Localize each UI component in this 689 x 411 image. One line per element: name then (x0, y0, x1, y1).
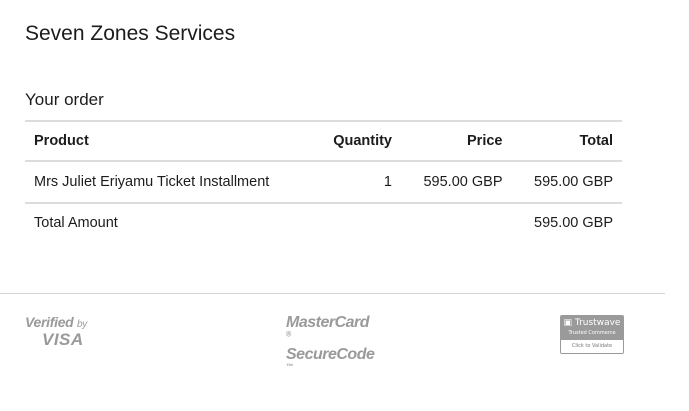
verified-by-visa-logo: Verified by VISA (25, 314, 87, 349)
column-product: Product (25, 120, 314, 162)
item-product: Mrs Juliet Eriyamu Ticket Installment (25, 161, 314, 204)
order-table: Product Quantity Price Total Mrs Juliet … (25, 120, 622, 242)
item-total: 595.00 GBP (511, 161, 622, 204)
column-price: Price (401, 120, 512, 162)
mastercard-securecode-logo: MasterCard ® SecureCode ™ (286, 314, 375, 371)
total-row: Total Amount 595.00 GBP (25, 203, 622, 242)
footer-divider (0, 293, 665, 294)
order-heading: Your order (25, 90, 104, 109)
table-row: Mrs Juliet Eriyamu Ticket Installment 1 … (25, 161, 622, 204)
column-quantity: Quantity (313, 120, 401, 162)
trustwave-seal[interactable]: ▣ Trustwave Trusted Commerce Click to Va… (560, 315, 624, 354)
item-quantity: 1 (313, 161, 401, 204)
item-price: 595.00 GBP (401, 161, 512, 204)
table-header-row: Product Quantity Price Total (25, 120, 622, 162)
total-amount-value: 595.00 GBP (534, 215, 613, 231)
merchant-name: Seven Zones Services (25, 22, 236, 45)
total-amount-label: Total Amount (34, 215, 118, 231)
column-total: Total (511, 120, 622, 162)
click-to-validate[interactable]: Click to Validate (561, 340, 623, 353)
